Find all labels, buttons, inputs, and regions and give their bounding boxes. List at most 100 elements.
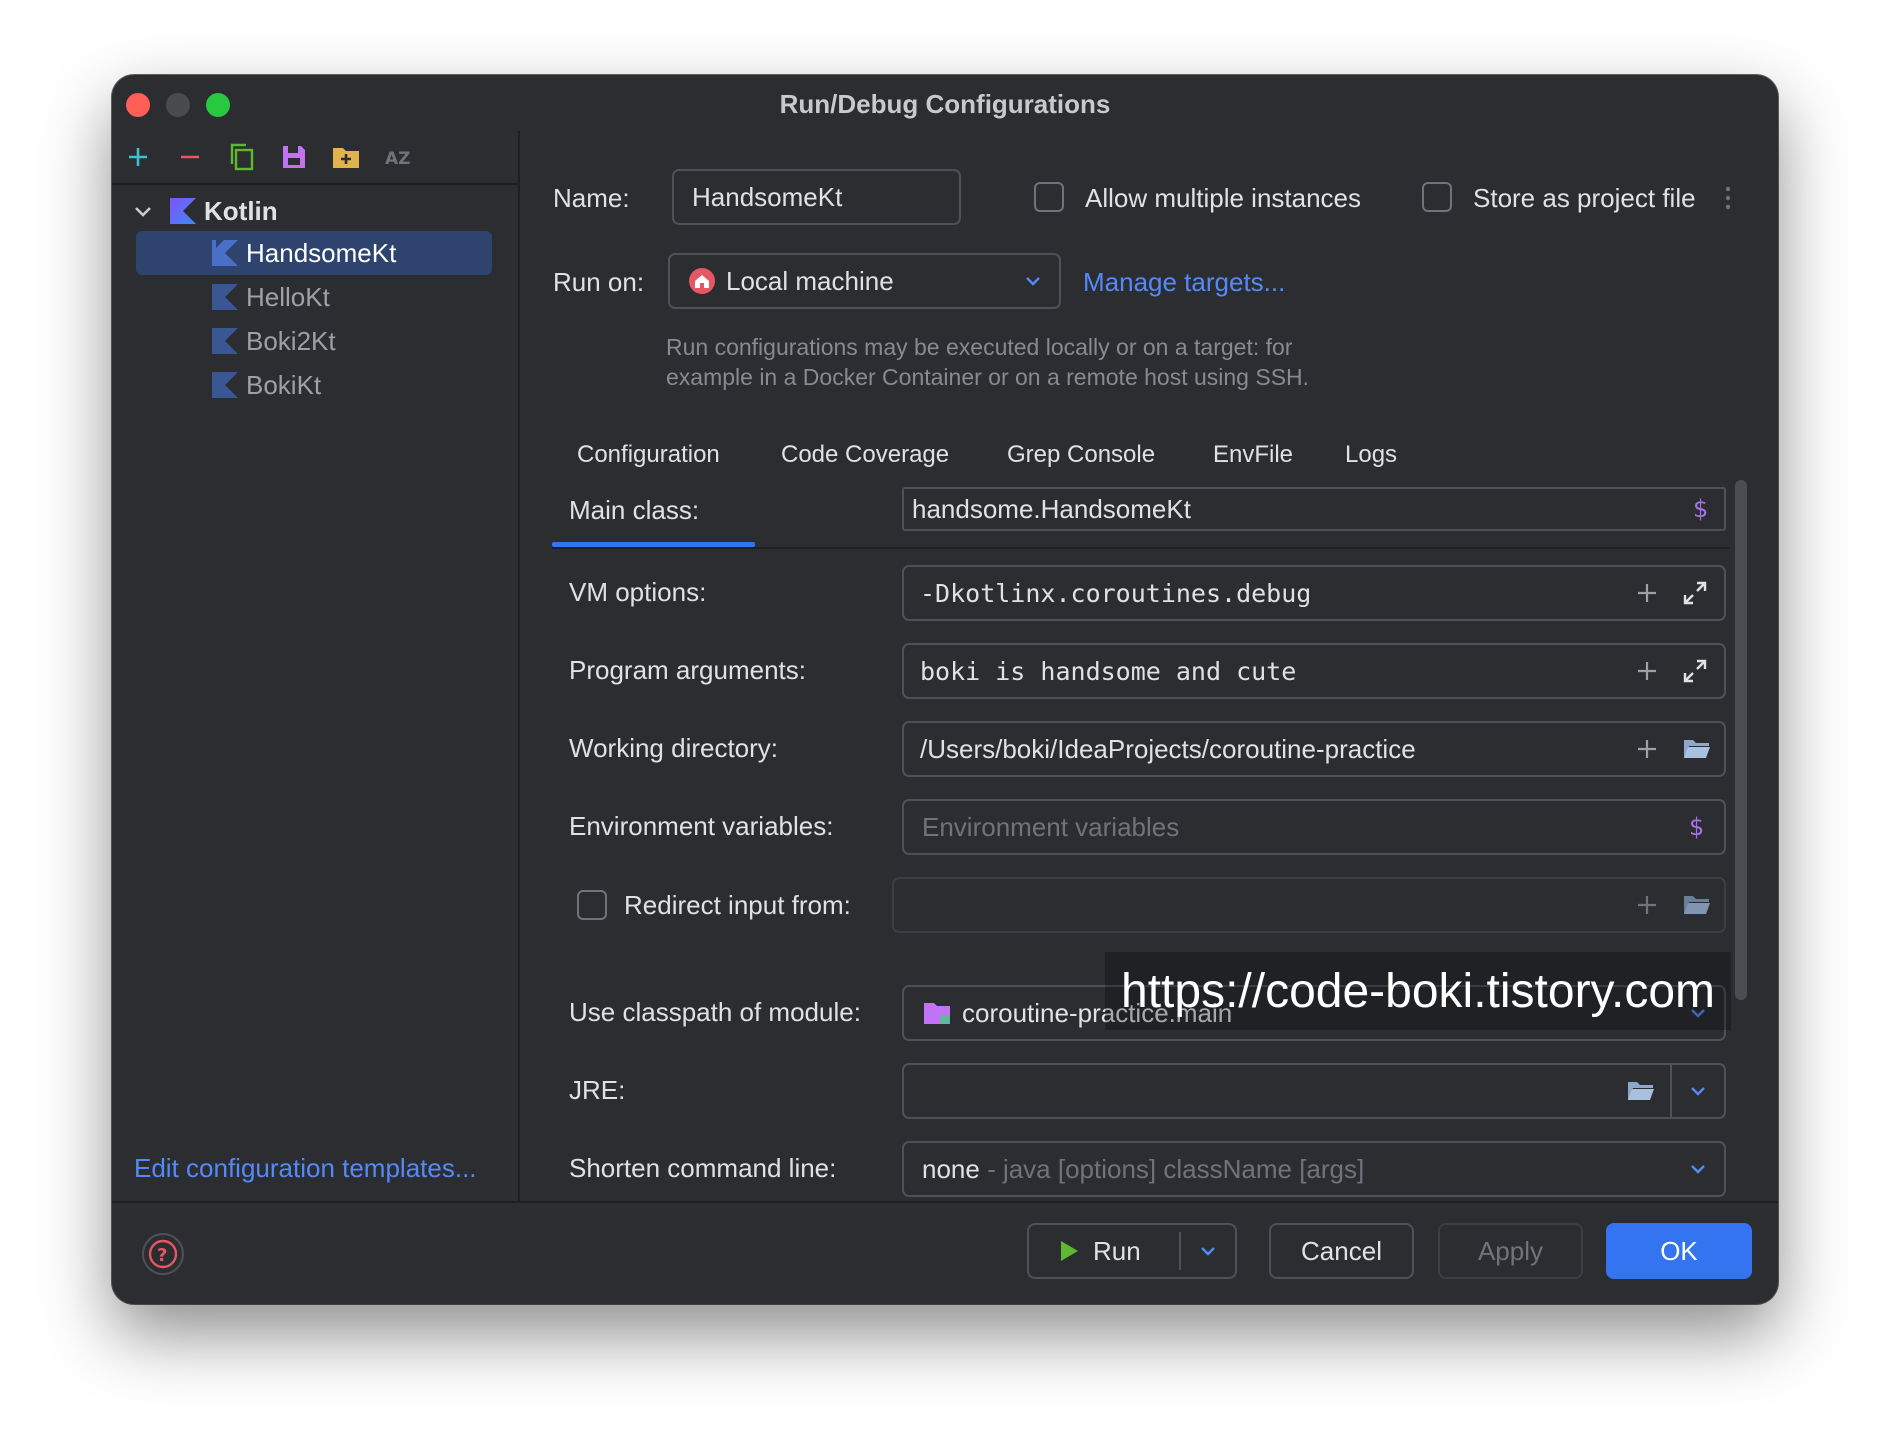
add-icon[interactable] [1636, 894, 1658, 916]
redirect-input-label: Redirect input from: [624, 890, 851, 920]
tree-item-handsomekt[interactable]: HandsomeKt [136, 231, 492, 275]
save-icon[interactable] [278, 141, 310, 173]
working-directory-value: /Users/boki/IdeaProjects/coroutine-pract… [920, 733, 1416, 764]
chevron-down-icon[interactable] [1181, 1225, 1235, 1277]
tab-grep-console[interactable]: Grep Console [1007, 441, 1155, 469]
module-folder-icon [922, 1000, 952, 1026]
store-as-project-file-checkbox[interactable] [1422, 182, 1452, 212]
home-icon [688, 267, 716, 295]
add-icon[interactable] [1636, 582, 1658, 604]
sidebar-toolbar: AZ [112, 131, 518, 185]
tree-item-label: HelloKt [246, 281, 330, 312]
tab-code-coverage[interactable]: Code Coverage [781, 441, 949, 469]
chevron-down-icon [1023, 271, 1043, 291]
folder-icon[interactable] [1626, 1079, 1656, 1103]
tree-group-label: Kotlin [204, 195, 278, 226]
copy-icon[interactable] [226, 141, 258, 173]
edit-configuration-templates-link[interactable]: Edit configuration templates... [134, 1153, 477, 1184]
tree-item-bokikt[interactable]: BokiKt [136, 363, 321, 407]
vm-options-label: VM options: [569, 577, 707, 607]
tree-item-label: Boki2Kt [246, 325, 336, 356]
sort-alphabetically-icon[interactable]: AZ [382, 141, 414, 173]
manage-targets-link[interactable]: Manage targets... [1083, 267, 1285, 298]
svg-text:$: $ [1689, 813, 1704, 841]
help-icon[interactable]: ? [141, 1232, 185, 1281]
shorten-command-line-label: Shorten command line: [569, 1153, 837, 1183]
store-as-project-file-label: Store as project file [1473, 183, 1696, 213]
tab-envfile[interactable]: EnvFile [1213, 441, 1293, 469]
run-debug-configurations-dialog: Run/Debug Configurations AZ Kotlin Hands… [112, 75, 1778, 1304]
dollar-icon[interactable]: $ [1692, 495, 1710, 523]
expand-icon[interactable] [1682, 658, 1708, 684]
tree-item-label: BokiKt [246, 369, 322, 400]
vm-options-field[interactable]: -Dkotlinx.coroutines.debug [902, 565, 1726, 621]
name-label: Name: [553, 183, 630, 213]
environment-variables-field[interactable]: Environment variables $ [902, 799, 1726, 855]
run-on-value: Local machine [726, 265, 894, 296]
tree-item-label: HandsomeKt [246, 237, 397, 268]
form-scrollbar[interactable] [1735, 480, 1747, 1000]
apply-button[interactable]: Apply [1438, 1223, 1583, 1279]
remove-icon[interactable] [174, 141, 206, 173]
play-icon [1059, 1239, 1079, 1263]
main-class-label: Main class: [569, 495, 700, 525]
program-arguments-label: Program arguments: [569, 655, 806, 685]
jre-field[interactable] [902, 1063, 1726, 1119]
tab-logs[interactable]: Logs [1345, 441, 1397, 469]
ok-button[interactable]: OK [1606, 1223, 1752, 1279]
run-button[interactable]: Run [1029, 1225, 1179, 1277]
name-field[interactable]: HandsomeKt [672, 169, 961, 225]
folder-icon[interactable] [1682, 737, 1712, 761]
add-icon[interactable] [1636, 660, 1658, 682]
footer-separator [112, 1201, 1778, 1203]
kotlin-icon [212, 284, 238, 310]
dollar-icon[interactable]: $ [1688, 813, 1706, 841]
cancel-button[interactable]: Cancel [1269, 1223, 1414, 1279]
name-value: HandsomeKt [692, 181, 843, 212]
allow-multiple-instances-checkbox[interactable] [1034, 182, 1064, 212]
working-directory-label: Working directory: [569, 733, 779, 763]
tab-configuration[interactable]: Configuration [577, 441, 720, 469]
folder-icon[interactable] [1682, 893, 1712, 917]
program-arguments-field[interactable]: boki is handsome and cute [902, 643, 1726, 699]
working-directory-field[interactable]: /Users/boki/IdeaProjects/coroutine-pract… [902, 721, 1726, 777]
environment-variables-placeholder: Environment variables [922, 811, 1180, 842]
tree-item-hellokt[interactable]: HelloKt [136, 275, 330, 319]
more-options-icon[interactable] [1724, 185, 1732, 216]
add-icon[interactable] [1636, 738, 1658, 760]
redirect-input-field[interactable] [892, 877, 1726, 933]
run-on-dropdown[interactable]: Local machine [668, 253, 1061, 309]
run-on-hint-line-1: Run configurations may be executed local… [666, 334, 1293, 360]
svg-text:AZ: AZ [385, 149, 410, 169]
window-title: Run/Debug Configurations [779, 89, 1111, 119]
kotlin-icon [212, 240, 238, 266]
svg-text:?: ? [157, 1245, 167, 1266]
main-class-field[interactable]: handsome.HandsomeKt $ [902, 487, 1726, 531]
shorten-command-line-dropdown[interactable]: none - java [options] className [args] [902, 1141, 1726, 1197]
kotlin-icon [212, 328, 238, 354]
add-icon[interactable] [122, 141, 154, 173]
kotlin-icon [170, 198, 196, 224]
tree-group-kotlin[interactable]: Kotlin [132, 189, 278, 233]
run-button-group: Run [1027, 1223, 1237, 1279]
vm-options-value: -Dkotlinx.coroutines.debug [920, 578, 1312, 608]
chevron-down-icon [1688, 1159, 1708, 1179]
svg-text:$: $ [1693, 495, 1708, 523]
redirect-input-checkbox[interactable] [577, 890, 607, 920]
run-on-label: Run on: [553, 267, 645, 297]
jre-label: JRE: [569, 1075, 626, 1105]
configurations-sidebar: AZ Kotlin HandsomeKt HelloKt Boki2Kt Bok… [112, 131, 520, 1201]
run-on-hint-line-2: example in a Docker Container or on a re… [666, 364, 1310, 390]
run-label: Run [1093, 1235, 1141, 1266]
watermark-text: https://code-boki.tistory.com [1105, 952, 1731, 1030]
chevron-down-icon[interactable] [1688, 1081, 1708, 1101]
tree-item-boki2kt[interactable]: Boki2Kt [136, 319, 336, 363]
tabs-separator [552, 547, 1730, 549]
expand-icon[interactable] [1682, 580, 1708, 606]
shorten-command-line-value: none [922, 1153, 980, 1184]
active-tab-indicator [552, 542, 755, 547]
chevron-down-icon[interactable] [132, 200, 162, 222]
new-folder-icon[interactable] [330, 141, 362, 173]
main-class-value: handsome.HandsomeKt [912, 493, 1191, 524]
title-bar: Run/Debug Configurations [112, 75, 1778, 131]
